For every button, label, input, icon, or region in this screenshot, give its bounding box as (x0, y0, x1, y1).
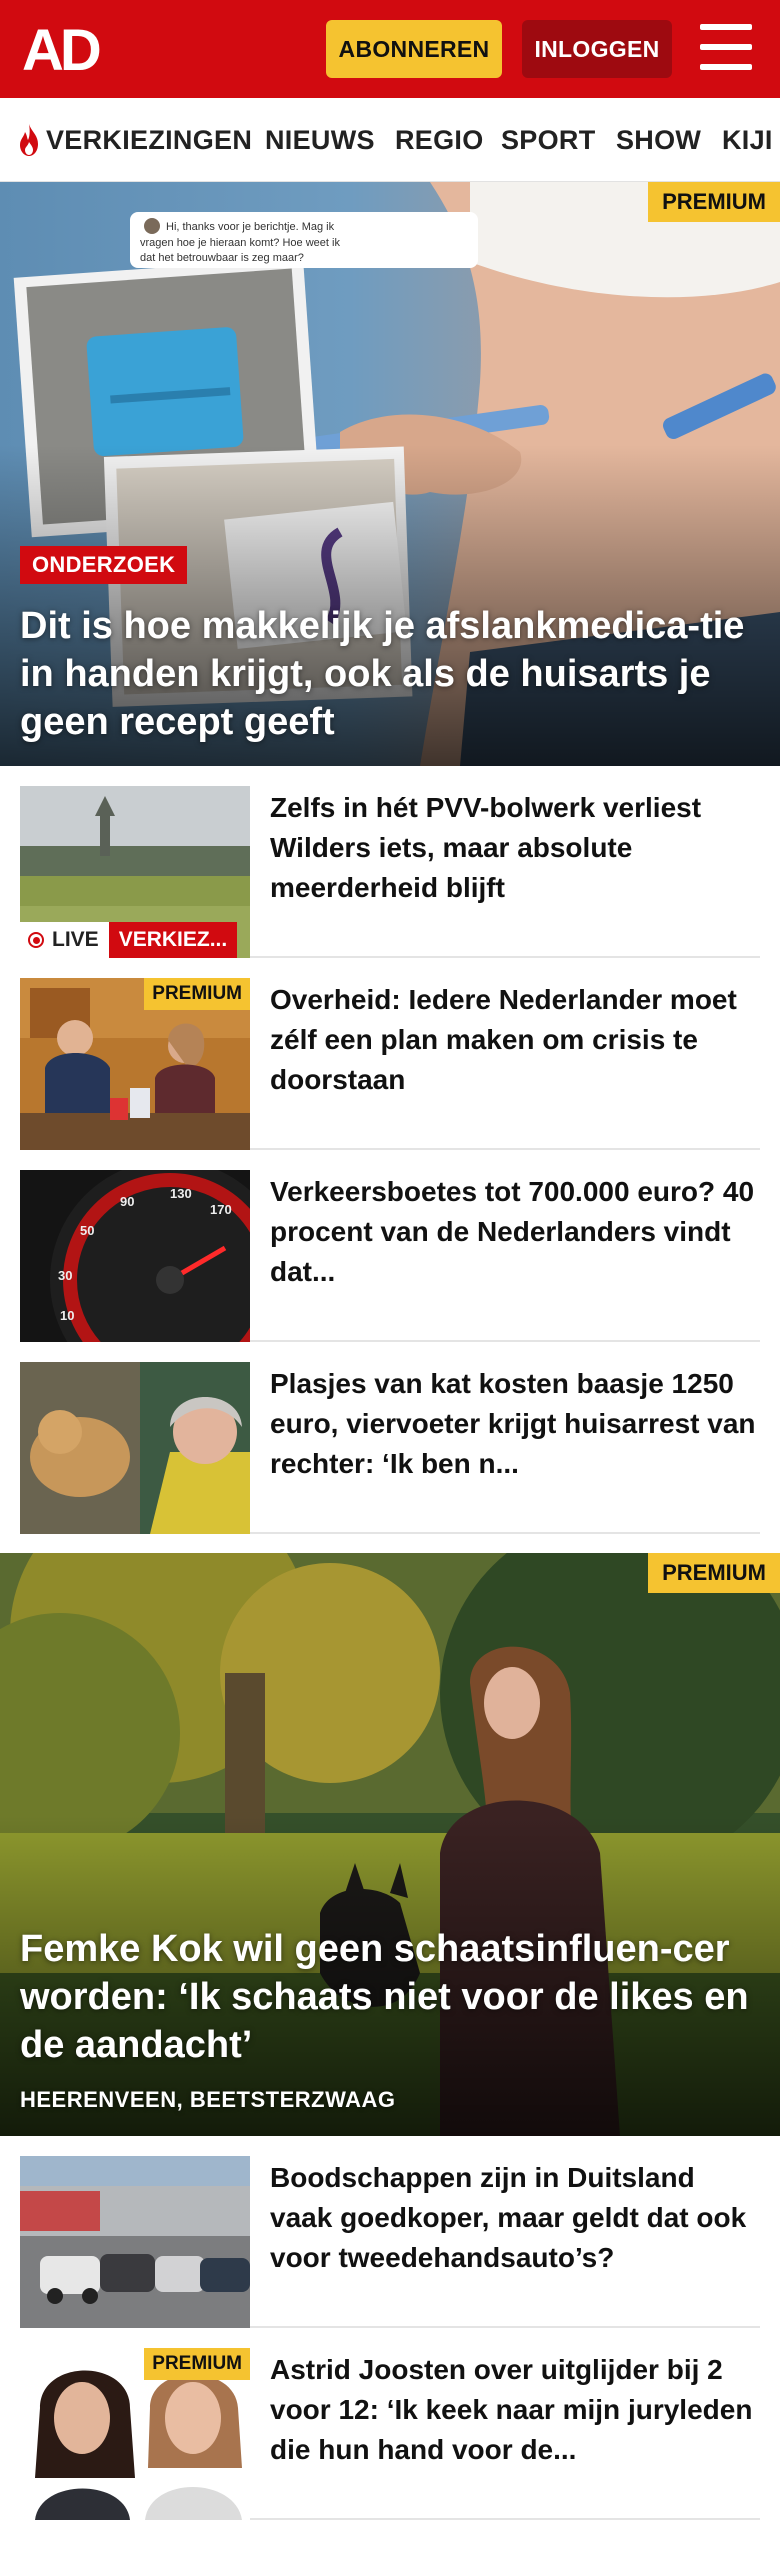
article-row[interactable]: LIVE VERKIEZ... Zelfs in hét PVV-bolwerk… (20, 766, 760, 958)
premium-badge: PREMIUM (144, 2348, 250, 2380)
live-topic: VERKIEZ... (108, 922, 238, 958)
nav-label: SHOW (616, 124, 702, 155)
svg-text:170: 170 (210, 1202, 232, 1217)
article-thumbnail: LIVE VERKIEZ... (20, 786, 250, 958)
svg-text:130: 130 (170, 1186, 192, 1201)
nav-item-show[interactable]: SHOW (616, 98, 702, 181)
article-title[interactable]: Overheid: Iedere Nederlander moet zélf e… (270, 980, 760, 1100)
article-title[interactable]: Zelfs in hét PVV-bolwerk verliest Wilder… (270, 788, 760, 908)
hero-title[interactable]: Dit is hoe makkelijk je afslankmedica-ti… (20, 602, 760, 746)
article-thumbnail: 10 30 50 90 130 170 (20, 1170, 250, 1342)
location-label: HEERENVEEN, BEETSTERZWAAG (20, 2087, 396, 2112)
article-title[interactable]: Verkeersboetes tot 700.000 euro? 40 proc… (270, 1172, 760, 1292)
live-text: LIVE (52, 928, 99, 951)
article-thumbnail (20, 2156, 250, 2328)
login-button[interactable]: INLOGGEN (522, 20, 672, 78)
article-row[interactable]: PREMIUM Astrid Joosten over uitglijder b… (20, 2328, 760, 2520)
premium-badge: PREMIUM (144, 978, 250, 1010)
nav-item-verkiezingen[interactable]: VERKIEZINGEN (16, 98, 253, 181)
site-header: AD ABONNEREN INLOGGEN (0, 0, 780, 98)
subscribe-button[interactable]: ABONNEREN (326, 20, 502, 78)
nav-label: REGIO (395, 124, 484, 155)
article-thumbnail (20, 1362, 250, 1534)
section-nav: VERKIEZINGEN NIEUWS REGIO SPORT SHOW KIJ… (0, 98, 780, 182)
article-row[interactable]: PREMIUM Overheid: Iedere Nederlander moe… (20, 958, 760, 1150)
live-icon (28, 932, 44, 948)
nav-label: KIJI (722, 124, 773, 155)
svg-text:30: 30 (58, 1268, 72, 1283)
live-label: LIVE VERKIEZ... (20, 922, 238, 958)
article-row[interactable]: 10 30 50 90 130 170 Verkeersboetes tot 700.0… (20, 1150, 760, 1342)
category-tag: ONDERZOEK (20, 546, 188, 584)
ad-logo[interactable]: AD (22, 18, 118, 80)
svg-text:10: 10 (60, 1308, 74, 1323)
svg-text:90: 90 (120, 1194, 134, 1209)
article-title[interactable]: Plasjes van kat kosten baasje 1250 euro,… (270, 1364, 760, 1484)
article-row[interactable]: Plasjes van kat kosten baasje 1250 euro,… (20, 1342, 760, 1534)
hero-title[interactable]: Femke Kok wil geen schaatsinfluen-cer wo… (20, 1925, 760, 2069)
nav-item-sport[interactable]: SPORT (501, 98, 596, 181)
article-title[interactable]: Astrid Joosten over uitglijder bij 2 voo… (270, 2350, 760, 2470)
hero-article-femke-kok[interactable]: PREMIUM Femke Kok wil geen schaatsinflue… (0, 1553, 780, 2136)
nav-item-nieuws[interactable]: NIEUWS (265, 98, 375, 181)
nav-label: VERKIEZINGEN (46, 124, 253, 155)
nav-item-regio[interactable]: REGIO (395, 98, 484, 181)
article-title[interactable]: Boodschappen zijn in Duitsland vaak goed… (270, 2158, 760, 2278)
premium-badge: PREMIUM (648, 182, 780, 222)
article-thumbnail: PREMIUM (20, 2348, 250, 2520)
svg-text:50: 50 (80, 1223, 94, 1238)
article-thumbnail: PREMIUM (20, 978, 250, 1150)
article-row[interactable]: Boodschappen zijn in Duitsland vaak goed… (20, 2136, 760, 2328)
nav-label: NIEUWS (265, 124, 375, 155)
nav-item-kijken[interactable]: KIJI (722, 98, 773, 181)
menu-icon[interactable] (700, 24, 752, 72)
premium-badge: PREMIUM (648, 1553, 780, 1593)
nav-label: SPORT (501, 124, 596, 155)
flame-icon (20, 124, 38, 156)
logo-text: AD (22, 18, 100, 80)
hero-article-weightloss[interactable]: Hi, thanks voor je berichtje. Mag ik vra… (0, 182, 780, 766)
